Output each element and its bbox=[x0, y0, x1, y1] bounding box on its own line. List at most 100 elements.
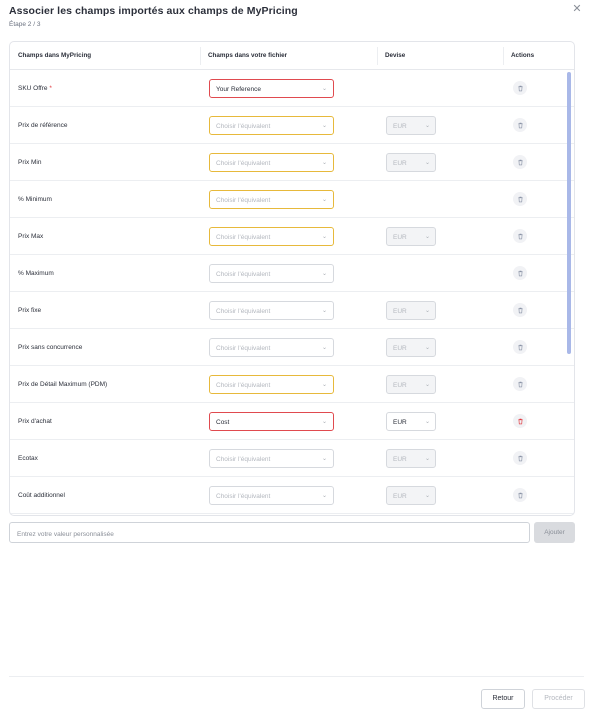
chevron-down-icon: ⌄ bbox=[321, 160, 327, 166]
currency-select: EUR ⌄ bbox=[386, 449, 436, 468]
table-row: Prix de Détail Maximum (PDM) Choisir l'éq… bbox=[10, 366, 574, 403]
field-label: Prix Min bbox=[18, 159, 41, 166]
chevron-down-icon: ⌄ bbox=[321, 197, 327, 203]
select-value: Cost bbox=[216, 419, 230, 426]
mapping-table: Champs dans MyPricing Champs dans votre … bbox=[9, 41, 575, 516]
delete-button[interactable] bbox=[513, 229, 527, 243]
field-label-text: Prix d'achat bbox=[18, 418, 52, 425]
delete-button[interactable] bbox=[513, 377, 527, 391]
currency-value: EUR bbox=[393, 234, 407, 241]
field-label: Prix Max bbox=[18, 233, 43, 240]
back-button[interactable]: Retour bbox=[481, 689, 525, 709]
header-field: Champs dans MyPricing bbox=[18, 52, 92, 59]
trash-icon bbox=[517, 344, 523, 350]
trash-icon bbox=[517, 233, 523, 239]
file-field-select[interactable]: Choisir l'équivalent ⌄ bbox=[209, 301, 334, 320]
column-divider bbox=[503, 47, 504, 65]
table-row: Coût additionnel Choisir l'équivalent ⌄ EUR… bbox=[10, 477, 574, 514]
currency-value: EUR bbox=[393, 493, 407, 500]
table-header: Champs dans MyPricing Champs dans votre … bbox=[10, 42, 574, 70]
field-label: Ecotax bbox=[18, 455, 38, 462]
custom-value-field[interactable] bbox=[9, 522, 530, 544]
chevron-down-icon: ⌄ bbox=[424, 308, 430, 314]
header-actions: Actions bbox=[511, 52, 535, 59]
delete-button[interactable] bbox=[513, 488, 527, 502]
select-placeholder: Choisir l'équivalent bbox=[216, 345, 271, 352]
table-row: Prix Max Choisir l'équivalent ⌄ EUR ⌄ bbox=[10, 218, 574, 255]
currency-value: EUR bbox=[393, 345, 407, 352]
table-row: Prix fixe Choisir l'équivalent ⌄ EUR ⌄ bbox=[10, 292, 574, 329]
file-field-select[interactable]: Choisir l'équivalent ⌄ bbox=[209, 116, 334, 135]
file-field-select[interactable]: Cost ⌄ bbox=[209, 412, 334, 431]
file-field-select[interactable]: Choisir l'équivalent ⌄ bbox=[209, 264, 334, 283]
trash-icon bbox=[517, 122, 523, 128]
table-body: SKU Offre * Your Reference ⌄ Prix de référe… bbox=[10, 70, 574, 514]
chevron-down-icon: ⌄ bbox=[321, 493, 327, 499]
table-row: Prix sans concurrence Choisir l'équivalen… bbox=[10, 329, 574, 366]
delete-button[interactable] bbox=[513, 451, 527, 465]
field-label: Prix de référence bbox=[18, 122, 68, 129]
chevron-down-icon: ⌄ bbox=[424, 419, 430, 425]
chevron-down-icon: ⌄ bbox=[424, 160, 430, 166]
chevron-down-icon: ⌄ bbox=[321, 456, 327, 462]
field-label-text: Ecotax bbox=[18, 455, 38, 462]
select-placeholder: Choisir l'équivalent bbox=[216, 271, 271, 278]
trash-icon bbox=[517, 196, 523, 202]
trash-icon bbox=[517, 418, 523, 424]
close-icon[interactable]: ✕ bbox=[571, 3, 583, 15]
trash-icon bbox=[517, 307, 523, 313]
field-label: Prix d'achat bbox=[18, 418, 52, 425]
currency-select: EUR ⌄ bbox=[386, 375, 436, 394]
field-label-text: SKU Offre bbox=[18, 85, 48, 92]
chevron-down-icon: ⌄ bbox=[424, 493, 430, 499]
select-placeholder: Choisir l'équivalent bbox=[216, 493, 271, 500]
delete-button[interactable] bbox=[513, 81, 527, 95]
currency-select: EUR ⌄ bbox=[386, 227, 436, 246]
field-label-text: Prix de Détail Maximum (PDM) bbox=[18, 381, 108, 388]
select-placeholder: Choisir l'équivalent bbox=[216, 456, 271, 463]
delete-button[interactable] bbox=[513, 155, 527, 169]
required-marker: * bbox=[49, 85, 52, 92]
file-field-select[interactable]: Choisir l'équivalent ⌄ bbox=[209, 338, 334, 357]
table-row: Prix de référence Choisir l'équivalent ⌄ EU… bbox=[10, 107, 574, 144]
field-label-text: Prix fixe bbox=[18, 307, 42, 314]
delete-button[interactable] bbox=[513, 118, 527, 132]
custom-value-input[interactable] bbox=[10, 525, 529, 544]
select-placeholder: Choisir l'équivalent bbox=[216, 382, 271, 389]
proceed-button[interactable]: Procéder bbox=[532, 689, 585, 709]
delete-button[interactable] bbox=[513, 266, 527, 280]
delete-button[interactable] bbox=[513, 192, 527, 206]
field-label-text: Prix de référence bbox=[18, 122, 68, 129]
step-indicator: Étape 2 / 3 bbox=[9, 21, 41, 28]
trash-icon bbox=[517, 85, 523, 91]
file-field-select[interactable]: Choisir l'équivalent ⌄ bbox=[209, 153, 334, 172]
table-row: Prix d'achat Cost ⌄ EUR ⌄ bbox=[10, 403, 574, 440]
currency-select: EUR ⌄ bbox=[386, 486, 436, 505]
header-currency: Devise bbox=[385, 52, 406, 59]
scrollbar-thumb[interactable] bbox=[567, 72, 571, 354]
chevron-down-icon: ⌄ bbox=[321, 345, 327, 351]
file-field-select[interactable]: Choisir l'équivalent ⌄ bbox=[209, 486, 334, 505]
currency-select[interactable]: EUR ⌄ bbox=[386, 412, 436, 431]
table-row: % Maximum Choisir l'équivalent ⌄ bbox=[10, 255, 574, 292]
chevron-down-icon: ⌄ bbox=[321, 123, 327, 129]
currency-select: EUR ⌄ bbox=[386, 116, 436, 135]
field-label-text: Coût additionnel bbox=[18, 492, 65, 499]
field-label: SKU Offre * bbox=[18, 85, 52, 92]
field-label-text: Prix Max bbox=[18, 233, 44, 240]
chevron-down-icon: ⌄ bbox=[424, 382, 430, 388]
trash-icon bbox=[517, 381, 523, 387]
delete-button[interactable] bbox=[513, 303, 527, 317]
delete-button[interactable] bbox=[513, 340, 527, 354]
file-field-select[interactable]: Choisir l'équivalent ⌄ bbox=[209, 375, 334, 394]
file-field-select[interactable]: Choisir l'équivalent ⌄ bbox=[209, 449, 334, 468]
field-label: Prix fixe bbox=[18, 307, 41, 314]
add-button[interactable]: Ajouter bbox=[534, 522, 575, 543]
file-field-select[interactable]: Your Reference ⌄ bbox=[209, 79, 334, 98]
table-row: SKU Offre * Your Reference ⌄ bbox=[10, 70, 574, 107]
select-placeholder: Choisir l'équivalent bbox=[216, 197, 271, 204]
chevron-down-icon: ⌄ bbox=[424, 123, 430, 129]
delete-button[interactable] bbox=[513, 414, 527, 428]
file-field-select[interactable]: Choisir l'équivalent ⌄ bbox=[209, 190, 334, 209]
file-field-select[interactable]: Choisir l'équivalent ⌄ bbox=[209, 227, 334, 246]
